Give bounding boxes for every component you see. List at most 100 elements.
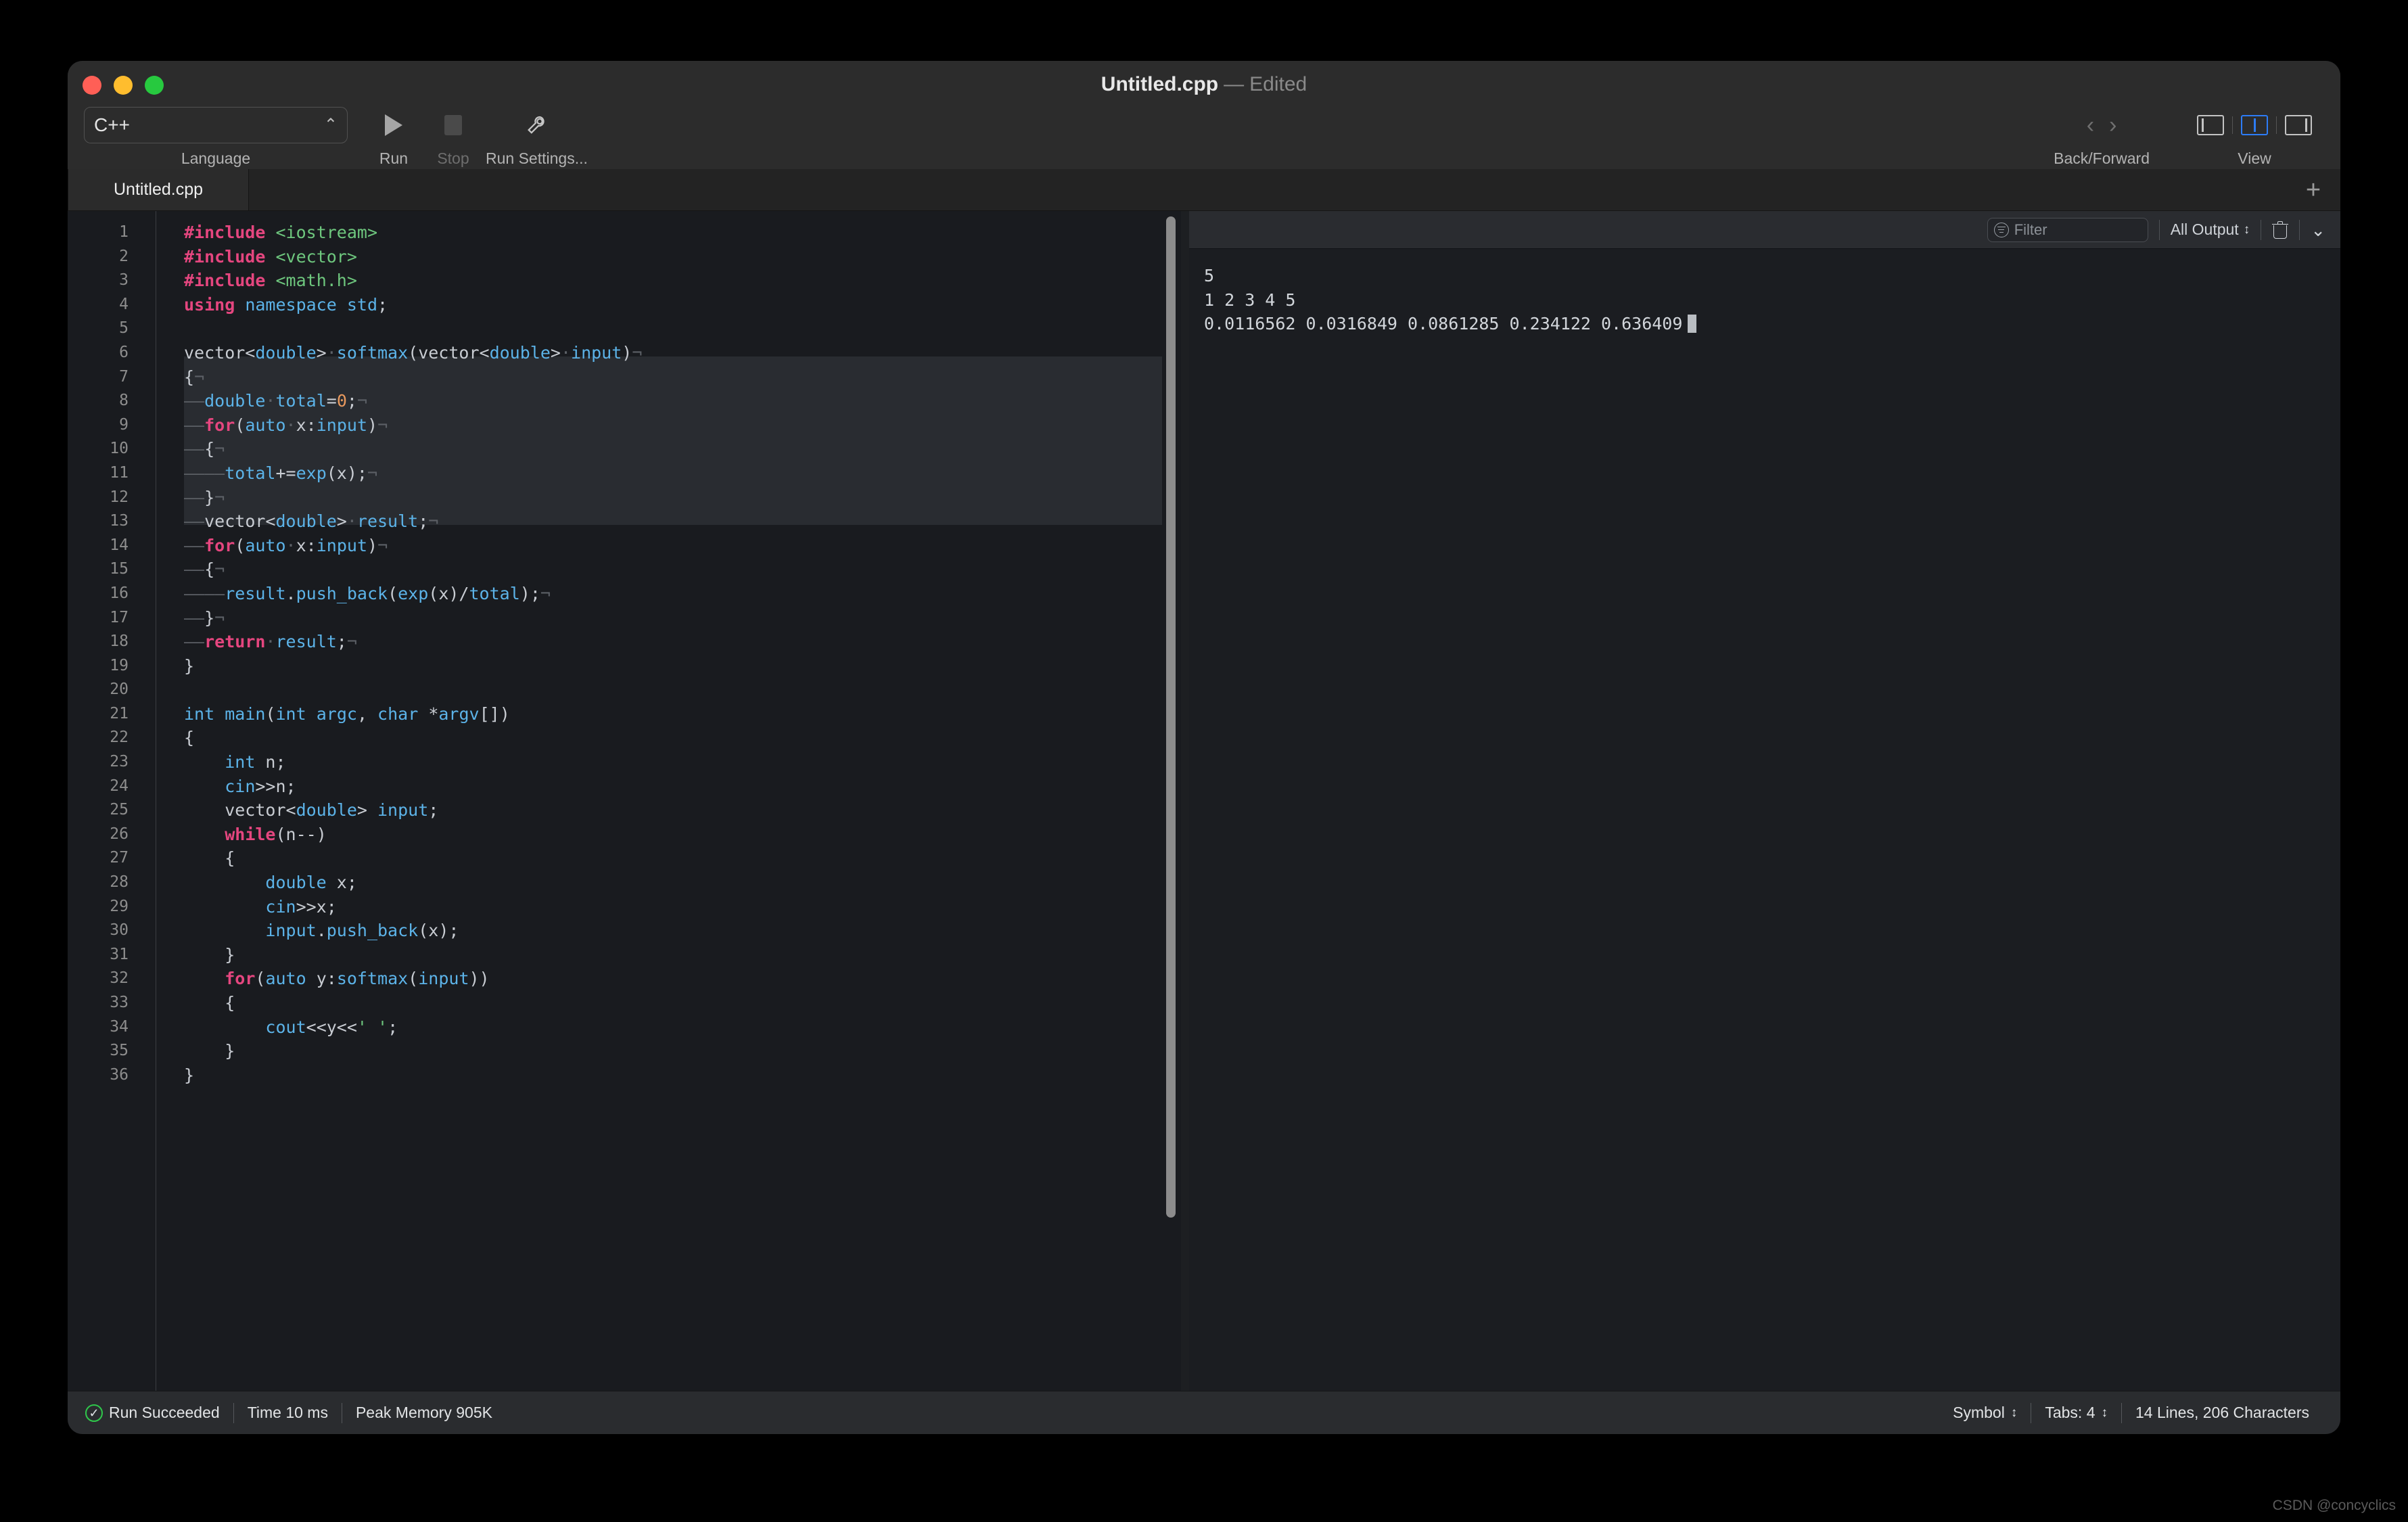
collapse-console-button[interactable]: ⌄ <box>2311 221 2325 239</box>
panel-split-icon[interactable] <box>2241 115 2268 135</box>
console-output[interactable]: 5 1 2 3 4 5 0.0116562 0.0316849 0.0861285 … <box>1189 249 2340 1391</box>
line-source[interactable]: while(n--) <box>142 823 327 847</box>
line-source[interactable]: ——}¬ <box>142 606 225 630</box>
line-source[interactable]: { <box>142 846 235 871</box>
line-source[interactable]: { <box>142 726 194 750</box>
code-token: } <box>204 607 215 628</box>
line-source[interactable]: ——{¬ <box>142 557 225 582</box>
line-source[interactable]: for(auto y:softmax(input)) <box>142 967 489 991</box>
line-source[interactable]: using namespace std; <box>142 293 388 317</box>
code-token: ———— <box>184 583 225 603</box>
line-source[interactable]: ——return·result;¬ <box>142 630 357 654</box>
back-forward-group: ‹ › Back/Forward <box>2054 107 2150 168</box>
line-source[interactable]: cin>>x; <box>142 895 337 919</box>
code-line: 25 vector<double> input; <box>68 798 1181 823</box>
code-editor[interactable]: 1 #include <iostream> 2 #include <vector> 3 #… <box>68 211 1181 1391</box>
clear-console-button[interactable] <box>2272 221 2289 239</box>
window-title-file: Untitled.cpp <box>1101 73 1219 95</box>
tab-untitled-cpp[interactable]: Untitled.cpp <box>68 169 249 210</box>
view-buttons <box>2189 107 2320 143</box>
stop-button[interactable] <box>426 107 480 143</box>
code-token: : <box>306 415 317 435</box>
line-source[interactable]: } <box>142 943 235 967</box>
run-button[interactable] <box>367 107 421 143</box>
code-token: ; <box>377 294 388 315</box>
chevron-right-icon[interactable]: › <box>2109 114 2116 137</box>
add-tab-button[interactable]: + <box>2286 169 2340 210</box>
line-source[interactable]: input.push_back(x); <box>142 919 459 943</box>
line-source[interactable]: vector<double> input; <box>142 798 438 823</box>
code-token: . <box>285 583 296 603</box>
language-select[interactable]: C++ ⌃ <box>84 107 348 143</box>
code-token: > <box>336 511 347 532</box>
line-source[interactable]: ——for(auto·x:input)¬ <box>142 413 388 438</box>
filter-input[interactable]: Filter <box>1987 217 2148 242</box>
code-token: double <box>265 873 327 893</box>
line-source[interactable]: vector<double>·softmax(vector<double>·in… <box>142 341 642 365</box>
view-caption: View <box>2238 149 2271 167</box>
code-token: , <box>356 704 378 724</box>
line-source[interactable]: #include <math.h> <box>142 269 357 293</box>
line-source[interactable]: int n; <box>142 750 285 775</box>
code-lines[interactable]: 1 #include <iostream> 2 #include <vector> 3 #… <box>68 211 1181 1087</box>
line-source[interactable]: cout<<y<<' '; <box>142 1015 398 1040</box>
line-source[interactable] <box>142 678 184 702</box>
code-token: ¬ <box>214 607 225 628</box>
line-source[interactable]: } <box>142 1063 194 1088</box>
code-line: 13 ——vector<double>·result;¬ <box>68 509 1181 534</box>
line-source[interactable]: } <box>142 1039 235 1063</box>
code-line: 20 <box>68 678 1181 702</box>
console-line: 5 <box>1204 266 1215 285</box>
code-token: ¬ <box>428 511 439 532</box>
stop-caption: Stop <box>437 149 469 167</box>
line-source[interactable]: ——double·total=0;¬ <box>142 389 367 413</box>
symbol-select[interactable]: Symbol ↕ <box>1953 1404 2031 1422</box>
peak-memory-label: Peak Memory 905K <box>355 1404 492 1421</box>
line-number: 4 <box>119 295 129 313</box>
line-source[interactable]: ——{¬ <box>142 437 225 461</box>
line-source[interactable]: ————result.push_back(exp(x)/total);¬ <box>142 582 551 606</box>
line-number: 36 <box>110 1065 129 1084</box>
code-token: auto <box>265 969 306 989</box>
line-source[interactable]: #include <iostream> <box>142 221 377 245</box>
code-line: 21 int main(int argc, char *argv[]) <box>68 702 1181 727</box>
line-source[interactable]: ——for(auto·x:input)¬ <box>142 534 388 558</box>
code-token: double <box>275 511 337 532</box>
editor-scrollbar-thumb[interactable] <box>1166 216 1176 1218</box>
line-source[interactable]: ——}¬ <box>142 486 225 510</box>
line-source[interactable]: ————total+=exp(x);¬ <box>142 461 377 486</box>
chevron-left-icon[interactable]: ‹ <box>2087 114 2094 137</box>
tabs-select[interactable]: Tabs: 4 ↕ <box>2031 1404 2121 1422</box>
code-token: —— <box>184 607 205 628</box>
output-scope-select[interactable]: All Output ↕ <box>2171 221 2250 239</box>
run-settings-button[interactable] <box>509 107 563 143</box>
line-source[interactable]: { <box>142 991 235 1015</box>
code-token: · <box>346 511 357 532</box>
line-source[interactable] <box>142 317 184 341</box>
line-source[interactable]: #include <vector> <box>142 245 357 269</box>
chevron-updown-icon: ↕ <box>2243 222 2250 237</box>
line-source[interactable]: ——vector<double>·result;¬ <box>142 509 438 534</box>
code-token: >>x; <box>296 896 337 917</box>
code-token: —— <box>184 559 205 580</box>
editor-scrollbar-track[interactable] <box>1162 211 1181 1391</box>
code-token: ( <box>265 704 276 724</box>
filter-icon <box>1993 222 2009 237</box>
line-source[interactable]: } <box>142 654 194 678</box>
code-token: push_back <box>326 921 419 941</box>
line-source[interactable]: int main(int argc, char *argv[]) <box>142 702 510 727</box>
panel-left-icon[interactable] <box>2197 115 2224 135</box>
code-token: —— <box>184 391 205 411</box>
line-source[interactable]: double x; <box>142 871 356 895</box>
code-token: { <box>204 439 215 459</box>
code-token: { <box>204 559 215 580</box>
code-token: } <box>184 944 235 965</box>
console-line: 0.0116562 0.0316849 0.0861285 0.234122 0… <box>1204 312 2340 336</box>
panel-right-icon[interactable] <box>2285 115 2312 135</box>
line-source[interactable]: cin>>n; <box>142 775 296 799</box>
line-source[interactable]: {¬ <box>142 365 204 390</box>
pane-splitter[interactable] <box>1181 211 1189 1391</box>
